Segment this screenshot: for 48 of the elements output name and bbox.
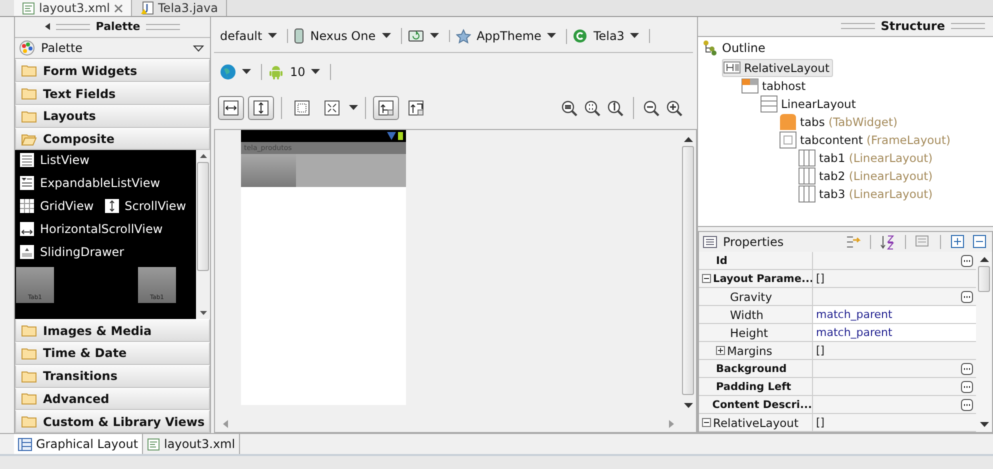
outline-node[interactable]: tab2 (LinearLayout) xyxy=(798,166,936,185)
editor-tab[interactable]: Graphical Layout xyxy=(14,434,144,454)
property-value[interactable]: [] xyxy=(813,342,976,359)
outline-node[interactable]: tabhost xyxy=(741,76,809,95)
property-name: Margins xyxy=(699,342,813,359)
palette-category[interactable]: Composite xyxy=(15,128,210,150)
property-value[interactable]: [] xyxy=(813,270,976,287)
outline-node[interactable]: tabcontent (FrameLayout) xyxy=(779,130,954,149)
palette-category[interactable]: Layouts xyxy=(15,104,210,128)
config-dropdown[interactable]: 10 xyxy=(268,64,332,80)
outline-node[interactable]: tabs (TabWidget) xyxy=(779,112,900,131)
property-name: Layout Parame... xyxy=(699,270,813,287)
palette-widget[interactable]: HorizontalScrollView xyxy=(19,221,163,238)
property-value[interactable]: match_parent xyxy=(813,306,976,323)
palette-category[interactable]: Transitions xyxy=(15,364,210,388)
palette-widget[interactable]: GridView xyxy=(19,198,94,214)
property-value[interactable]: [] xyxy=(813,414,976,431)
outline-node[interactable]: tab3 (LinearLayout) xyxy=(798,184,936,203)
config-dropdown[interactable]: Nexus One xyxy=(294,28,402,44)
editor-tab[interactable]: Tela3.java xyxy=(132,0,227,16)
property-name: Gravity xyxy=(699,288,813,305)
property-name: Content Descri... xyxy=(699,396,813,413)
config-dropdown[interactable]: Tela3 xyxy=(573,29,650,43)
outline-node[interactable]: RelativeLayout xyxy=(722,58,834,77)
outline-node[interactable]: tab1 (LinearLayout) xyxy=(798,148,936,167)
property-name: Background xyxy=(699,360,813,377)
palette-category[interactable]: Custom & Library Views xyxy=(15,410,210,433)
property-name: Padding Left xyxy=(699,378,813,395)
palette-category[interactable]: Advanced xyxy=(15,388,210,410)
palette-widget[interactable]: ListView xyxy=(19,152,90,168)
palette-category[interactable]: Time & Date xyxy=(15,342,210,365)
palette-widget[interactable]: ExpandableListView xyxy=(19,175,160,192)
palette-category[interactable]: Images & Media xyxy=(15,319,210,342)
property-value[interactable]: match_parent xyxy=(813,324,976,341)
outline-node[interactable]: LinearLayout xyxy=(760,94,859,113)
palette-category[interactable]: Form Widgets xyxy=(15,59,210,82)
view-title: Properties xyxy=(723,235,785,249)
config-dropdown[interactable]: default xyxy=(220,29,288,43)
panel-title: Structure xyxy=(880,19,945,34)
editor-tab[interactable]: layout3.xml xyxy=(14,0,132,16)
palette-widget[interactable]: ScrollView xyxy=(104,198,186,214)
palette-widget[interactable]: SlidingDrawer xyxy=(19,244,124,260)
panel-title: Palette xyxy=(96,20,140,34)
palette-category[interactable]: Text Fields xyxy=(15,82,210,105)
view-title: Outline xyxy=(722,40,766,55)
property-name: RelativeLayout xyxy=(699,414,813,431)
property-name: Id xyxy=(699,252,813,269)
config-dropdown[interactable]: AppTheme xyxy=(456,28,568,44)
